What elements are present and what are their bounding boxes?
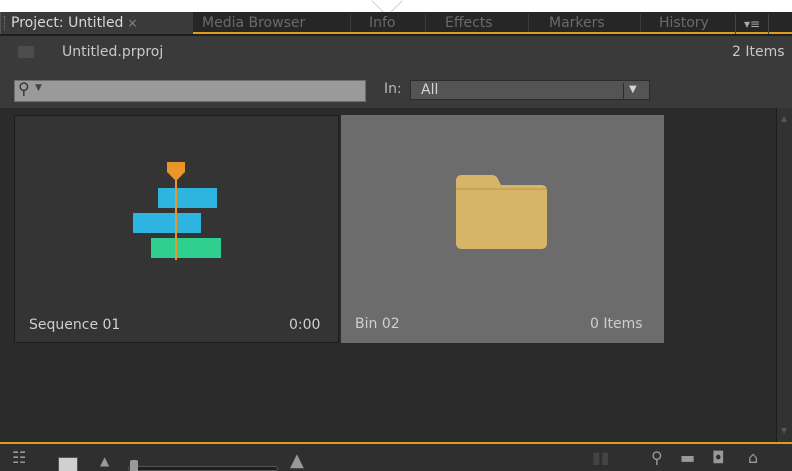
search-options-chevron-icon[interactable]: ▼ — [35, 83, 42, 93]
project-item-count: 2 Items — [732, 44, 785, 60]
tab-project[interactable]: Project: Untitled × — [0, 12, 193, 34]
scroll-down-arrow-icon[interactable]: ▼ — [781, 426, 787, 435]
trash-icon[interactable]: ⌂ — [748, 448, 758, 467]
bottom-toolbar: ☷ ▲ ▲ ▮▮ ⚲ ▬ ◘ ⌂ — [0, 442, 792, 471]
panel-grip-icon[interactable] — [4, 16, 7, 30]
vertical-scrollbar[interactable]: ▲ ▼ — [776, 108, 792, 442]
tab-divider — [425, 14, 426, 32]
in-filter-dropdown[interactable]: All ▼ — [410, 80, 650, 100]
tab-info[interactable]: Info — [369, 12, 396, 34]
tab-divider — [528, 14, 529, 32]
zoom-slider-handle[interactable] — [130, 460, 138, 471]
project-file-icon — [18, 46, 34, 58]
zoom-slider-track[interactable] — [128, 466, 278, 471]
item-count-label: 0 Items — [590, 316, 643, 332]
tab-media-browser-label: Media Browser — [202, 15, 306, 31]
item-name: Sequence 01 — [29, 317, 121, 333]
tab-effects-label: Effects — [445, 15, 493, 31]
tab-markers[interactable]: Markers — [549, 12, 605, 34]
find-icon[interactable]: ⚲ — [651, 448, 663, 467]
icon-view-icon[interactable] — [58, 457, 78, 471]
small-mountain-icon[interactable]: ▲ — [100, 454, 109, 468]
new-bin-icon[interactable]: ▬ — [680, 448, 695, 467]
tab-info-label: Info — [369, 15, 396, 31]
sequence-icon — [133, 162, 221, 260]
tab-media-browser[interactable]: Media Browser — [202, 12, 305, 34]
tab-markers-label: Markers — [549, 15, 605, 31]
tab-close-icon[interactable]: × — [127, 16, 137, 30]
dropdown-divider — [623, 83, 624, 99]
item-tile-sequence[interactable]: Sequence 01 0:00 — [14, 115, 339, 343]
list-view-icon[interactable]: ☷ — [12, 448, 26, 467]
sequence-track-2 — [133, 213, 201, 233]
tab-divider — [640, 14, 641, 32]
tab-history[interactable]: History — [659, 12, 709, 34]
panel-menu-button[interactable]: ▾≡ — [735, 14, 769, 34]
search-icon[interactable]: ⚲ — [18, 79, 30, 98]
project-file-name: Untitled.prproj — [62, 44, 164, 60]
panel-tab-bar: Project: Untitled × Media Browser Info Ef… — [0, 12, 792, 34]
automate-to-sequence-icon[interactable]: ▮▮ — [592, 448, 610, 467]
sequence-playhead-line — [175, 174, 177, 260]
search-input[interactable] — [47, 83, 357, 99]
large-mountain-icon[interactable]: ▲ — [290, 450, 304, 471]
tab-effects[interactable]: Effects — [445, 12, 493, 34]
sequence-track-1 — [158, 188, 217, 208]
item-name: Bin 02 — [355, 316, 400, 332]
folder-icon — [456, 175, 547, 249]
search-filter-row: ⚲ ▼ In: All ▼ — [0, 72, 792, 108]
scroll-up-arrow-icon[interactable]: ▲ — [781, 114, 787, 123]
item-duration: 0:00 — [289, 317, 321, 333]
in-filter-label: In: — [384, 81, 402, 97]
project-header: Untitled.prproj 2 Items — [0, 36, 792, 72]
tab-project-label: Project: Untitled — [11, 15, 124, 31]
sequence-track-3 — [151, 238, 221, 258]
tab-history-label: History — [659, 15, 709, 31]
search-box[interactable]: ⚲ ▼ — [14, 79, 366, 102]
sequence-playhead-head — [167, 162, 185, 181]
tab-divider — [350, 14, 351, 32]
item-tile-bin[interactable]: Bin 02 0 Items — [341, 115, 664, 343]
chevron-down-icon[interactable]: ▼ — [629, 84, 637, 95]
new-item-icon[interactable]: ◘ — [712, 448, 725, 467]
in-filter-value: All — [421, 82, 439, 98]
